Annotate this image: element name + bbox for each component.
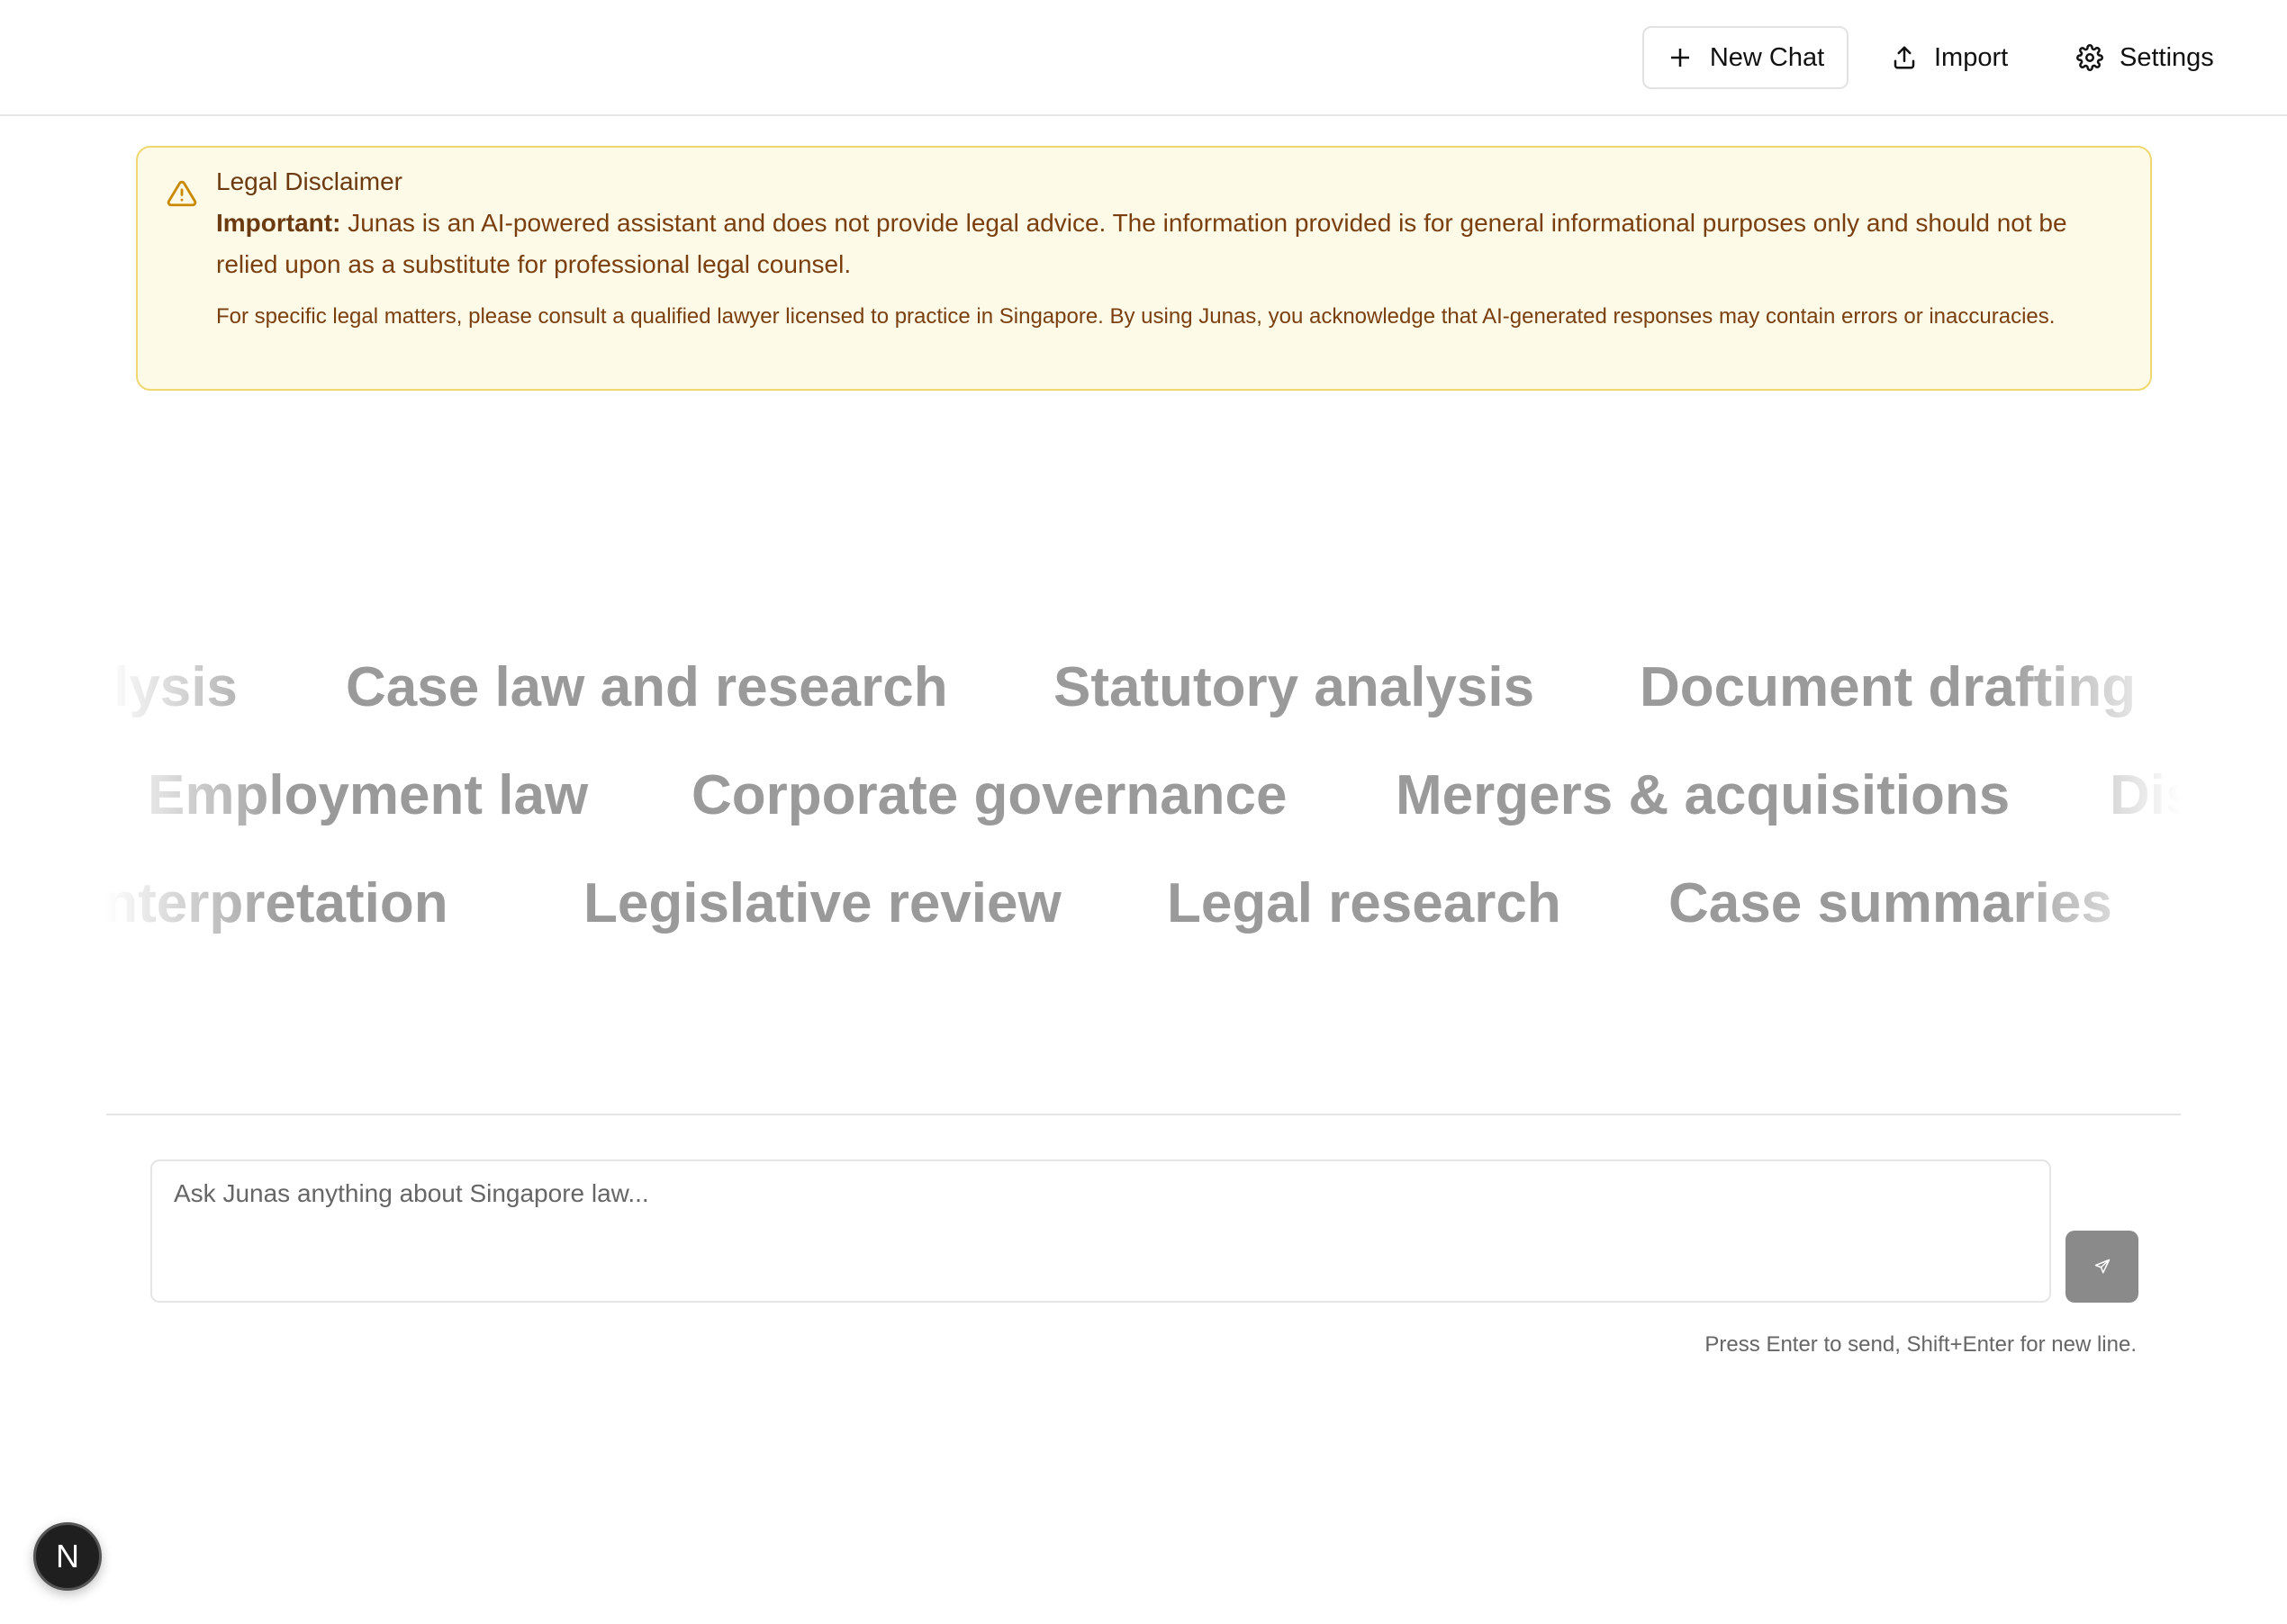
topic-marquee: lysis Case law and research Statutory an… [106,630,2181,945]
gear-icon [2076,44,2103,71]
disclaimer-note: For specific legal matters, please consu… [216,304,2056,329]
disclaimer-body: Important: Junas is an AI-powered assist… [216,203,2125,285]
warning-icon [167,180,197,207]
topic-item: Legal research [1167,872,1561,934]
topic-item: Mergers & acquisitions [1396,764,2011,826]
settings-button[interactable]: Settings [2076,26,2214,89]
legal-disclaimer: Legal Disclaimer Important: Junas is an … [136,146,2152,391]
topic-item: Case law and research [346,656,948,718]
import-button[interactable]: Import [1891,26,2008,89]
topic-item: lysis [113,656,238,718]
message-input[interactable] [150,1159,2051,1303]
topic-item: Document drafting [1640,656,2137,718]
settings-label: Settings [2120,42,2214,72]
plus-icon [1670,49,1689,67]
new-chat-label: New Chat [1709,42,1825,72]
disclaimer-title: Legal Disclaimer [216,167,402,195]
topic-item: Legislative review [583,872,1062,934]
topic-item: Corporate governance [692,764,1288,826]
top-bar: New Chat Import Settings [0,0,2287,116]
composer-divider [106,1114,2181,1115]
send-button[interactable] [2066,1231,2138,1303]
import-label: Import [1934,42,2009,72]
nextjs-dev-badge[interactable]: N [33,1522,102,1591]
disclaimer-text: Junas is an AI-powered assistant and doe… [216,209,2067,278]
important-label: Important: [216,209,341,237]
new-chat-button[interactable]: New Chat [1642,26,1849,89]
topic-item: Employment law [148,764,589,826]
send-icon [2094,1259,2110,1274]
topic-item: Case summaries [1668,872,2112,934]
badge-letter: N [56,1538,79,1574]
composer-hint: Press Enter to send, Shift+Enter for new… [1704,1332,2137,1357]
upload-icon [1894,46,1915,69]
topic-item: Dis [2110,764,2181,826]
topic-item: Statutory analysis [1053,656,1535,718]
topic-item: interpretation [106,872,448,934]
